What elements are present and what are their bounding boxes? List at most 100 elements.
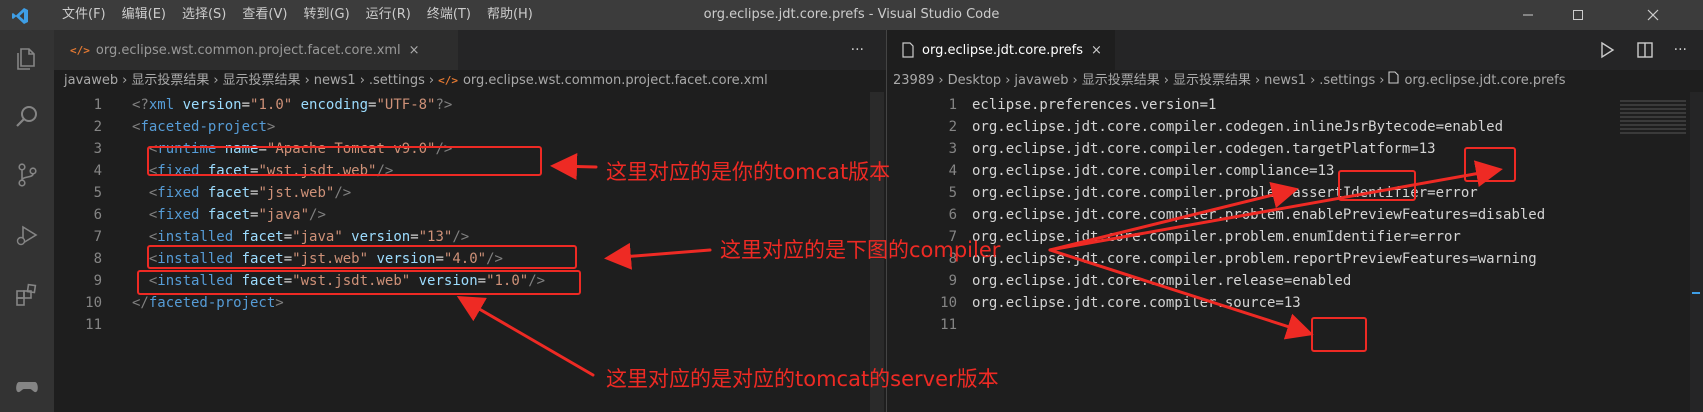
breadcrumb: 23989 › Desktop › javaweb › 显示投票结果 › 显示投票结果 › news… <box>887 70 1703 92</box>
code-text: <fixed facet="jst.web"/> <box>132 182 351 204</box>
code-text: org.eclipse.jdt.core.compiler.problem.en… <box>972 229 1461 245</box>
line-number: 4 <box>93 163 102 179</box>
close-icon[interactable]: × <box>409 43 420 58</box>
menu-item[interactable]: 转到(G) <box>295 0 357 30</box>
code-line[interactable]: 6 org.eclipse.jdt.core.compiler.problem.e… <box>887 204 1703 226</box>
breadcrumb-item[interactable]: org.eclipse.wst.common.project.facet.cor… <box>463 70 768 92</box>
minimize-button[interactable] <box>1503 0 1553 30</box>
code-line[interactable]: 11 <box>887 314 1703 336</box>
menu-item[interactable]: 编辑(E) <box>114 0 174 30</box>
line-number: 1 <box>948 97 957 113</box>
code-token: /> <box>309 207 326 223</box>
code-line[interactable]: 1 <?xml version="1.0" encoding="UTF-8"?> <box>54 94 886 116</box>
code-token: > <box>266 119 276 135</box>
line-number: 2 <box>93 119 102 135</box>
code-line[interactable]: 2 org.eclipse.jdt.core.compiler.codegen.i… <box>887 116 1703 138</box>
code-text: org.eclipse.jdt.core.compiler.problem.re… <box>972 251 1537 267</box>
code-token: = <box>283 229 293 245</box>
code-token: "UTF-8" <box>376 97 436 113</box>
breadcrumb-item[interactable]: 23989 <box>893 70 934 92</box>
code-token: facet <box>199 185 251 201</box>
explorer-icon[interactable] <box>14 46 40 72</box>
close-icon[interactable]: × <box>1091 43 1102 58</box>
code-line[interactable]: 6 <fixed facet="java"/> <box>54 204 886 226</box>
code-token: "jst.web" <box>258 185 335 201</box>
close-icon <box>1647 9 1659 21</box>
line-number: 5 <box>948 185 957 201</box>
menu-item[interactable]: 查看(V) <box>234 0 295 30</box>
breadcrumb-item[interactable]: 显示投票结果 <box>131 70 209 92</box>
chevron-right-icon: › <box>359 73 365 88</box>
code-token: < <box>132 229 158 245</box>
code-line[interactable]: 8 org.eclipse.jdt.core.compiler.problem.r… <box>887 248 1703 270</box>
title-bar: 文件(F) 编辑(E) 选择(S) 查看(V) 转到(G) 运行(R) 终端(T) 帮助(H)… <box>0 0 1703 30</box>
breadcrumb-item[interactable]: .settings <box>369 70 425 92</box>
more-actions-icon[interactable]: ··· <box>1674 42 1687 58</box>
code-line[interactable]: 7 org.eclipse.jdt.core.compiler.problem.e… <box>887 226 1703 248</box>
code-text: <faceted-project> <box>132 116 275 138</box>
code-line[interactable]: 1 eclipse.preferences.version=1 <box>887 94 1703 116</box>
breadcrumb-item[interactable]: org.eclipse.jdt.core.prefs <box>1404 70 1565 92</box>
tab-label: org.eclipse.jdt.core.prefs <box>922 42 1084 58</box>
menu-item[interactable]: 终端(T) <box>419 0 479 30</box>
vscode-logo-icon <box>12 8 28 24</box>
run-debug-icon[interactable] <box>14 222 40 248</box>
chevron-right-icon: › <box>938 73 944 88</box>
breadcrumb-item[interactable]: Desktop <box>948 70 1002 92</box>
code-token: installed <box>157 229 234 245</box>
minimap[interactable] <box>1620 100 1686 134</box>
menu-item[interactable]: 文件(F) <box>54 0 114 30</box>
note-server: 这里对应的是对应的tomcat的server版本 <box>606 367 999 391</box>
left-tab-bar: </> org.eclipse.wst.common.project.facet… <box>54 30 886 70</box>
source-control-icon[interactable] <box>14 162 40 188</box>
code-line[interactable]: 5 <fixed facet="jst.web"/> <box>54 182 886 204</box>
breadcrumb-item[interactable]: news1 <box>1264 70 1306 92</box>
line-number: 11 <box>940 317 957 333</box>
tab-prefs-file[interactable]: org.eclipse.jdt.core.prefs × <box>887 30 1115 70</box>
breadcrumb-item[interactable]: news1 <box>314 70 356 92</box>
menu-item[interactable]: 运行(R) <box>358 0 419 30</box>
file-icon <box>902 42 914 58</box>
breadcrumb-item[interactable]: 显示投票结果 <box>1173 70 1251 92</box>
line-number: 9 <box>93 273 102 289</box>
activity-bar <box>0 30 54 412</box>
code-token: < <box>132 185 158 201</box>
code-line[interactable]: 3 org.eclipse.jdt.core.compiler.codegen.t… <box>887 138 1703 160</box>
breadcrumb-item[interactable]: 显示投票结果 <box>1082 70 1160 92</box>
code-line[interactable]: 10 org.eclipse.jdt.core.compiler.source=1… <box>887 292 1703 314</box>
breadcrumb-item[interactable]: javaweb <box>1014 70 1068 92</box>
line-number: 2 <box>948 119 957 135</box>
menu-item[interactable]: 帮助(H) <box>479 0 541 30</box>
scroll-marker <box>1692 292 1700 294</box>
menu-item[interactable]: 选择(S) <box>174 0 234 30</box>
tab-xml-file[interactable]: </> org.eclipse.wst.common.project.facet… <box>54 30 458 70</box>
search-icon[interactable] <box>14 104 40 130</box>
code-line[interactable]: 10 </faceted-project> <box>54 292 886 314</box>
maximize-button[interactable] <box>1553 0 1603 30</box>
chevron-right-icon: › <box>213 73 219 88</box>
extensions-icon[interactable] <box>14 282 40 308</box>
code-line[interactable]: 5 org.eclipse.jdt.core.compiler.problem.a… <box>887 182 1703 204</box>
gamepad-icon[interactable] <box>14 373 40 399</box>
code-text: org.eclipse.jdt.core.compiler.codegen.in… <box>972 119 1504 135</box>
breadcrumb-item[interactable]: .settings <box>1319 70 1375 92</box>
highlight-target-platform <box>1464 147 1516 182</box>
code-token: <? <box>132 97 149 113</box>
breadcrumb-item[interactable]: 显示投票结果 <box>223 70 301 92</box>
code-line[interactable]: 9 org.eclipse.jdt.core.compiler.release=e… <box>887 270 1703 292</box>
split-editor-icon[interactable] <box>1636 41 1654 59</box>
chevron-right-icon: › <box>1163 73 1169 88</box>
scrollbar[interactable] <box>1690 92 1703 412</box>
run-icon[interactable] <box>1598 41 1616 59</box>
code-line[interactable]: 2 <faceted-project> <box>54 116 886 138</box>
code-line[interactable]: 4 org.eclipse.jdt.core.compiler.complianc… <box>887 160 1703 182</box>
line-number: 3 <box>93 141 102 157</box>
highlight-runtime <box>147 146 542 176</box>
code-token: fixed <box>157 185 200 201</box>
close-button[interactable] <box>1603 0 1703 30</box>
breadcrumb: javaweb › 显示投票结果 › 显示投票结果 › news1 › .settings › </… <box>54 70 886 92</box>
breadcrumb-item[interactable]: javaweb <box>64 70 118 92</box>
more-actions-icon[interactable]: ··· <box>851 42 864 58</box>
code-line[interactable]: 11 <box>54 314 886 336</box>
menu-bar: 文件(F) 编辑(E) 选择(S) 查看(V) 转到(G) 运行(R) 终端(T) 帮助(H) <box>54 0 541 30</box>
